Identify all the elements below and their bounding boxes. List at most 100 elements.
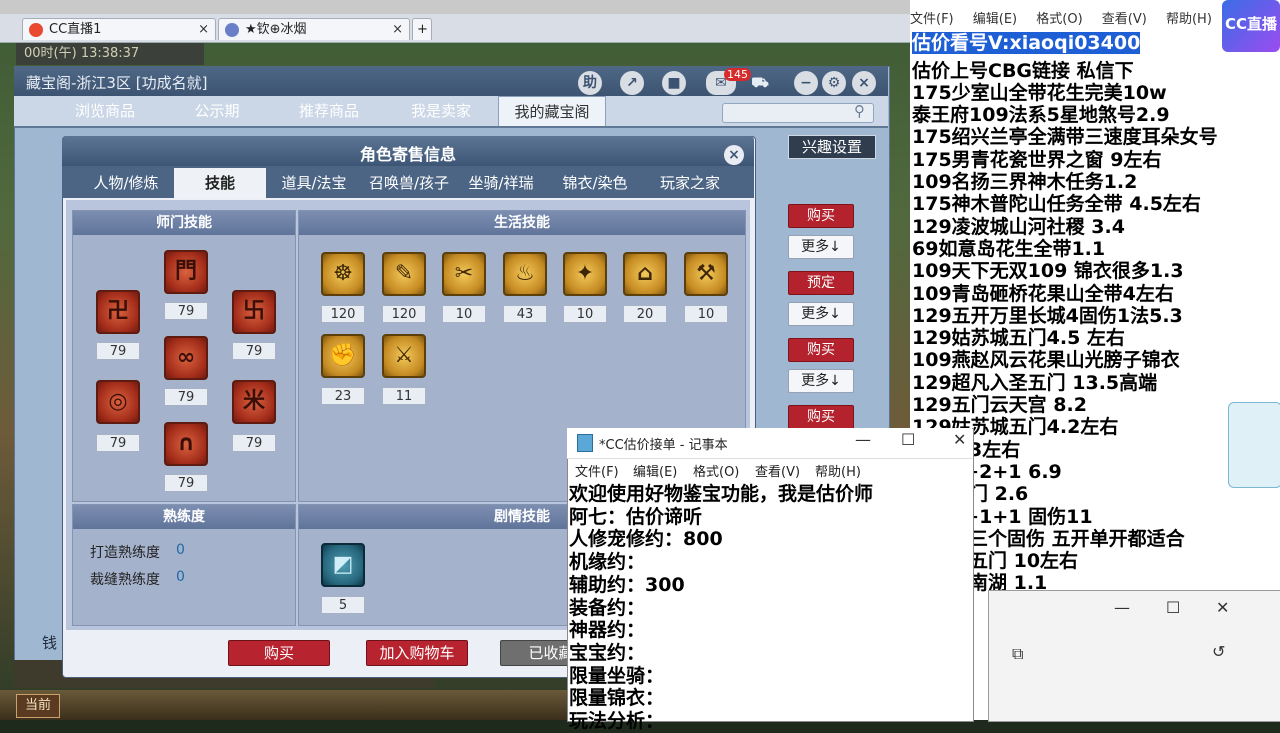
close-icon[interactable]: ✕ (953, 430, 966, 449)
text-line: 129五门云天宫 8.2 (912, 394, 1087, 417)
buy-button[interactable]: 购买 (788, 204, 854, 228)
text-line: 阿七：估价谛听 (569, 505, 703, 528)
buy-button[interactable]: 购买 (788, 405, 854, 429)
buy-button[interactable]: 购买 (228, 640, 330, 666)
skill-level: 43 (503, 305, 547, 323)
tab-items[interactable]: 道具/法宝 (268, 168, 360, 198)
browser-tab-game[interactable]: ★钦⊕冰烟 × (218, 18, 410, 40)
menu-help[interactable]: 帮助(H) (815, 461, 861, 480)
search-icon[interactable]: ⚲ (854, 102, 865, 120)
sect-skill-icon[interactable]: ∞ (164, 336, 208, 380)
buy-button[interactable]: 购买 (788, 338, 854, 362)
snap-icon[interactable]: ⧉ (1012, 644, 1023, 664)
tab-character[interactable]: 人物/修炼 (80, 168, 172, 198)
close-icon[interactable]: ✕ (1216, 598, 1229, 617)
sect-skill-icon[interactable]: 門 (164, 250, 208, 294)
stop-icon[interactable]: ■ (662, 71, 686, 95)
browser-tab-label: ★钦⊕冰烟 (245, 22, 307, 37)
interest-settings-button[interactable]: 兴趣设置 (788, 135, 876, 159)
add-to-cart-button[interactable]: 加入购物车 (366, 640, 468, 666)
life-skill-icon[interactable]: ☸ (321, 252, 365, 296)
browser-tab-cc[interactable]: CC直播1 × (22, 18, 216, 40)
text-line: 175男青花瓷世界之窗 9左右 (912, 148, 1162, 171)
menu-view[interactable]: 查看(V) (755, 461, 800, 480)
life-skill-icon[interactable]: ⚒ (684, 252, 728, 296)
skill-glyph: ☸ (333, 261, 353, 286)
reserve-button[interactable]: 预定 (788, 271, 854, 295)
sect-skill-icon[interactable]: 卐 (232, 290, 276, 334)
minimize-icon[interactable]: — (855, 430, 871, 449)
settings-icon[interactable]: ⚙ (822, 71, 846, 95)
sect-skill-icon[interactable]: 卍 (96, 290, 140, 334)
menu-format[interactable]: 格式(O) (1036, 12, 1082, 27)
close-icon[interactable]: × (392, 19, 403, 41)
text-line: 175绍兴兰亭全满带三速度耳朵女号 (912, 126, 1218, 149)
share-icon[interactable]: ↗ (620, 71, 644, 95)
tab-seller[interactable]: 我是卖家 (394, 96, 488, 126)
history-icon[interactable]: ↺ (1212, 642, 1225, 661)
menu-file[interactable]: 文件(F) (575, 461, 619, 480)
text-line: 109天下无双109 锦衣很多1.3 (912, 260, 1184, 283)
cart-icon[interactable]: ⛟ (748, 71, 772, 95)
tab-my-treasure[interactable]: 我的藏宝阁 (498, 96, 606, 126)
sect-skill-icon[interactable]: 米 (232, 380, 276, 424)
text-line: 欢迎使用好物鉴宝功能，我是估价师 (569, 483, 874, 505)
skill-level: 10 (442, 305, 486, 323)
maximize-icon[interactable]: ☐ (901, 430, 915, 449)
more-button[interactable]: 更多↓ (788, 369, 854, 393)
story-skill-icon[interactable]: ◩ (321, 543, 365, 587)
tab-mounts[interactable]: 坐骑/祥瑞 (458, 168, 544, 198)
current-channel-button[interactable]: 当前 (16, 694, 60, 718)
menu-view[interactable]: 查看(V) (1102, 12, 1147, 27)
notepad-small-text[interactable]: 欢迎使用好物鉴宝功能，我是估价师 阿七：估价谛听 人修宠修约：800 机缘约： … (569, 483, 969, 733)
notepad-small-titlebar: *CC估价接单 - 记事本 — ☐ ✕ (567, 428, 972, 459)
minimize-icon[interactable]: — (1114, 598, 1130, 617)
sect-skill-icon[interactable]: ◎ (96, 380, 140, 424)
top-strip (0, 0, 910, 14)
life-skill-icon[interactable]: ⌂ (623, 252, 667, 296)
skill-level: 23 (321, 387, 365, 405)
life-skill-icon[interactable]: ✂ (442, 252, 486, 296)
close-icon[interactable]: × (198, 19, 209, 41)
help-icon[interactable]: 助 (578, 71, 602, 95)
tab-skills[interactable]: 技能 (174, 168, 266, 198)
menu-edit[interactable]: 编辑(E) (633, 461, 677, 480)
life-skill-icon[interactable]: ⚔ (382, 334, 426, 378)
maximize-icon[interactable]: ☐ (1166, 598, 1180, 617)
life-skill-icon[interactable]: ✎ (382, 252, 426, 296)
search-input[interactable] (722, 103, 874, 123)
tab-costumes[interactable]: 锦衣/染色 (548, 168, 642, 198)
life-skill-icon[interactable]: ♨ (503, 252, 547, 296)
tab-recommend[interactable]: 推荐商品 (282, 96, 376, 126)
text-line: 129姑苏城五门4.5 左右 (912, 327, 1125, 350)
skill-level: 79 (96, 342, 140, 360)
sect-skill-icon[interactable]: ∩ (164, 422, 208, 466)
tab-public[interactable]: 公示期 (170, 96, 264, 126)
minimize-icon[interactable]: − (794, 71, 818, 95)
close-icon[interactable]: × (724, 145, 744, 165)
cc-live-logo: CC直播 (1222, 0, 1280, 52)
new-tab-button[interactable]: + (412, 18, 432, 40)
proficiency-value: 0 (176, 542, 185, 558)
text-line: 泰王府109法系5星地煞号2.9 (912, 104, 1170, 127)
menu-file[interactable]: 文件(F) (910, 12, 954, 27)
side-widget[interactable] (1228, 402, 1280, 488)
skill-glyph: ⚔ (394, 343, 414, 368)
menu-help[interactable]: 帮助(H) (1166, 12, 1212, 27)
skill-level: 79 (164, 302, 208, 320)
more-button[interactable]: 更多↓ (788, 302, 854, 326)
tab-browse[interactable]: 浏览商品 (58, 96, 152, 126)
text-line: 109名扬三界神木任务1.2 (912, 171, 1138, 194)
life-skill-icon[interactable]: ✦ (563, 252, 607, 296)
menu-edit[interactable]: 编辑(E) (973, 12, 1017, 27)
life-skill-icon[interactable]: ✊ (321, 334, 365, 378)
menu-format[interactable]: 格式(O) (693, 461, 739, 480)
proficiency-label: 打造熟练度 (90, 545, 160, 561)
text-line: 129五开万里长城4固伤1法5.3 (912, 304, 1183, 327)
tab-home[interactable]: 玩家之家 (644, 168, 736, 198)
close-icon[interactable]: × (852, 71, 876, 95)
tab-pets[interactable]: 召唤兽/孩子 (360, 168, 458, 198)
text-line: 人修宠修约：800 (569, 528, 723, 551)
selected-text-line[interactable]: 估价看号V:xiaoqi03400 (912, 32, 1141, 55)
more-button[interactable]: 更多↓ (788, 235, 854, 259)
